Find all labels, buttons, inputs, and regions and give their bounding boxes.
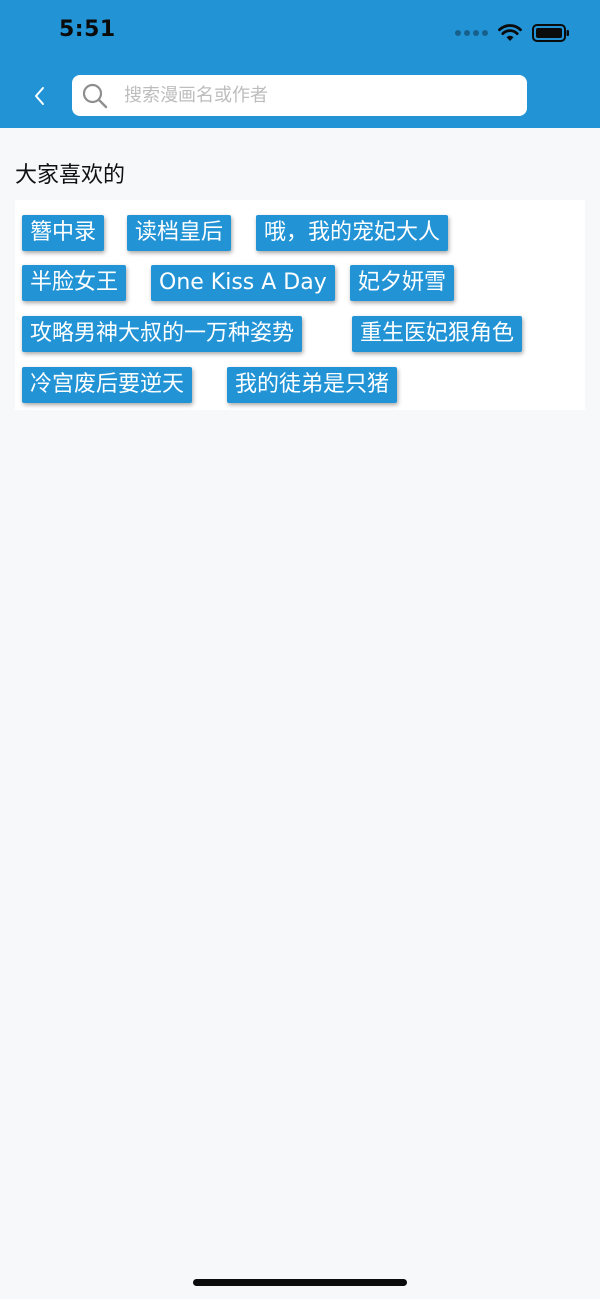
status-time: 5:51 — [59, 17, 116, 42]
back-button[interactable] — [20, 76, 60, 116]
wifi-icon — [498, 24, 522, 41]
status-icons — [455, 20, 570, 46]
section-title: 大家喜欢的 — [15, 163, 126, 188]
home-indicator — [193, 1279, 407, 1286]
tag-button[interactable]: 半脸女王 — [22, 265, 127, 301]
chevron-left-icon — [35, 87, 44, 105]
search-input[interactable] — [124, 80, 504, 111]
tags-panel: 簪中录 读档皇后 哦，我的宠妃大人 半脸女王 One Kiss A Day 妃夕… — [15, 200, 585, 410]
tag-button[interactable]: 读档皇后 — [127, 215, 232, 251]
tag-button[interactable]: One Kiss A Day — [151, 265, 335, 301]
tag-button[interactable]: 簪中录 — [22, 215, 105, 251]
search-icon — [82, 83, 108, 108]
tag-button[interactable]: 妃夕妍雪 — [350, 265, 455, 301]
tag-button[interactable]: 攻略男神大叔的一万种姿势 — [22, 316, 303, 352]
tag-button[interactable]: 哦，我的宠妃大人 — [256, 215, 449, 251]
tag-button[interactable]: 重生医妃狠角色 — [352, 316, 523, 352]
search-box[interactable] — [72, 75, 527, 116]
battery-icon — [532, 24, 569, 42]
tag-button[interactable]: 我的徒弟是只猪 — [227, 367, 398, 403]
tag-button[interactable]: 冷宫废后要逆天 — [22, 367, 193, 403]
cellular-signal-icon — [455, 30, 488, 36]
top-bar: 5:51 — [0, 0, 600, 128]
